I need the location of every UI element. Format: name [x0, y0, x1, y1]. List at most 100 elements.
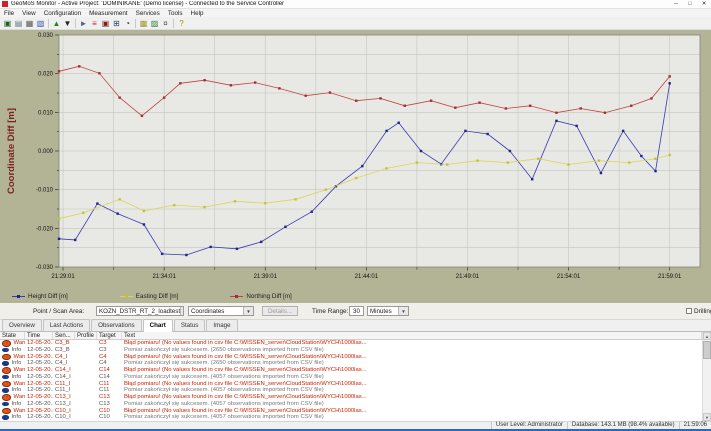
table-row[interactable]: iInfo12-05-20...C4_IC4Pomiar zakończył s…	[0, 360, 702, 367]
menu-item-measurement[interactable]: Measurement	[85, 10, 132, 17]
state-label: Info	[10, 387, 22, 394]
table-row[interactable]: !Warning12-05-20...C11_IC11Błąd pomiaru!…	[0, 381, 702, 388]
monitor-icon[interactable]: ▣	[100, 18, 111, 29]
time-cell: 12-05-20...	[25, 374, 53, 381]
column-header-target[interactable]: Target	[97, 332, 122, 339]
table-row[interactable]: iInfo12-05-20...C13_IC13Pomiar zakończył…	[0, 401, 702, 408]
svg-text:0.020: 0.020	[38, 72, 54, 78]
copy-icon[interactable]: ▤	[13, 18, 24, 29]
menu-item-file[interactable]: File	[0, 10, 18, 17]
table-row[interactable]: iInfo12-05-20...C3_BC3Pomiar zakończył s…	[0, 347, 702, 354]
view-select[interactable]: Coordinates ▼	[188, 306, 254, 316]
state-cell: iInfo	[0, 360, 25, 367]
tab-image[interactable]: Image	[206, 319, 237, 331]
time-cell: 12-05-20...	[25, 401, 53, 408]
scroll-down-icon[interactable]: ▼	[703, 413, 711, 421]
time-range-label: Time Range:	[312, 308, 348, 315]
window-title: GeoMoS Monitor - Active Project: 'DOMINI…	[11, 1, 284, 7]
table-row[interactable]: !Warning12-05-20...C3_BC3Błąd pomiaru! (…	[0, 340, 702, 347]
column-header-sen[interactable]: Sen...	[53, 332, 75, 339]
svg-text:-0.020: -0.020	[36, 226, 54, 232]
tab-last-actions[interactable]: Last Actions	[43, 319, 90, 331]
scrollbar-thumb[interactable]	[703, 341, 711, 359]
profile-cell	[75, 381, 97, 388]
time-cell: 12-05-20...	[25, 394, 53, 401]
message-cell: Pomiar zakończył się sukcesem. (2650 obs…	[122, 360, 702, 367]
tab-status[interactable]: Status	[174, 319, 206, 331]
target-cell: C13	[97, 394, 122, 401]
message-cell: Pomiar zakończył się sukcesem. (2650 obs…	[122, 347, 702, 354]
state-cell: iInfo	[0, 414, 25, 421]
warning-icon: !	[2, 394, 11, 401]
menu-item-services[interactable]: Services	[132, 10, 164, 17]
layout-icon[interactable]: ⊞	[111, 18, 122, 29]
message-cell: Pomiar zakończył się sukcesem. (4057 obs…	[122, 401, 702, 408]
column-header-text[interactable]: Text	[122, 332, 702, 339]
table-row[interactable]: !Warning12-05-20...C4_IC4Błąd pomiaru! (…	[0, 354, 702, 361]
flag-icon[interactable]: ≡	[89, 18, 100, 29]
svg-text:-0.010: -0.010	[36, 188, 54, 194]
column-header-state[interactable]: State	[0, 332, 25, 339]
stop-services-icon[interactable]: ▼	[62, 18, 73, 29]
log-scrollbar[interactable]: ▲ ▼	[702, 332, 711, 421]
info-icon: i	[2, 388, 9, 393]
warning-icon: !	[2, 381, 11, 388]
state-cell: !Warning	[0, 367, 25, 374]
target-cell: C13	[97, 401, 122, 408]
y-axis-label: Coordinate Diff [m]	[6, 108, 17, 194]
state-cell: iInfo	[0, 347, 25, 354]
table-row[interactable]: !Warning12-05-20...C13_IC13Błąd pomiaru!…	[0, 394, 702, 401]
target-cell: C4	[97, 360, 122, 367]
legend-height-diff-m: Height Diff [m]	[12, 293, 68, 300]
table-row[interactable]: iInfo12-05-20...C11_IC11Pomiar zakończył…	[0, 387, 702, 394]
sensor-manager-icon[interactable]: ▩	[138, 18, 149, 29]
details-button[interactable]: Details...	[262, 306, 298, 316]
table-row[interactable]: !Warning12-05-20...C10_IC10Błąd pomiaru!…	[0, 408, 702, 415]
scroll-up-icon[interactable]: ▲	[703, 332, 711, 340]
time-cell: 12-05-20...	[25, 340, 53, 347]
time-cell: 12-05-20...	[25, 381, 53, 388]
service-manager-icon[interactable]: ▨	[149, 18, 160, 29]
profile-cell	[75, 374, 97, 381]
table-row[interactable]: !Warning12-05-20...C14_IC14Błąd pomiaru!…	[0, 367, 702, 374]
svg-text:-0.030: -0.030	[36, 265, 54, 271]
time-range-unit-select[interactable]: Minutes ▼	[367, 306, 409, 316]
close-button[interactable]: ✕	[697, 0, 711, 9]
column-header-time[interactable]: Time	[25, 332, 53, 339]
message-cell: Błąd pomiaru! (No values found in csv fi…	[122, 367, 702, 374]
new-project-icon[interactable]: ▣	[2, 18, 13, 29]
point-select[interactable]: KOZN_DSTR_RT_2_loadtest ▼	[96, 306, 184, 316]
menu-item-help[interactable]: Help	[187, 10, 208, 17]
log-table: !Warning12-05-20...C3_BC3Błąd pomiaru! (…	[0, 340, 702, 421]
drilling-checkbox[interactable]	[686, 308, 692, 314]
run-measurement-icon[interactable]: ►	[78, 18, 89, 29]
table-row[interactable]: iInfo12-05-20...C14_IC14Pomiar zakończył…	[0, 374, 702, 381]
clock-icon[interactable]: ◔	[122, 18, 133, 29]
tab-chart[interactable]: Chart	[143, 319, 173, 332]
menu-item-view[interactable]: View	[18, 10, 40, 17]
tools-icon[interactable]: ¤	[160, 18, 171, 29]
svg-text:21:54:01: 21:54:01	[557, 274, 581, 280]
state-label: Info	[10, 414, 22, 421]
svg-text:21:49:01: 21:49:01	[456, 274, 480, 280]
column-header-profile[interactable]: Profile	[75, 332, 97, 339]
time-cell: 12-05-20...	[25, 414, 53, 421]
tab-observations[interactable]: Observations	[91, 319, 141, 331]
minimize-button[interactable]: ─	[669, 0, 683, 9]
menu-item-configuration[interactable]: Configuration	[40, 10, 85, 17]
start-services-icon[interactable]: ▲	[51, 18, 62, 29]
svg-text:0.010: 0.010	[38, 110, 54, 116]
time-range-input[interactable]: 30	[349, 306, 364, 316]
print-icon[interactable]: ▦	[24, 18, 35, 29]
table-row[interactable]: iInfo12-05-20...C10_IC10Pomiar zakończył…	[0, 414, 702, 421]
help-icon[interactable]: ?	[176, 18, 187, 29]
tab-overview[interactable]: Overview	[2, 319, 42, 331]
legend-marker-icon	[12, 296, 25, 297]
state-cell: !Warning	[0, 354, 25, 361]
report-icon[interactable]: ▧	[35, 18, 46, 29]
legend-northing-diff-m: Northing Diff [m]	[230, 293, 291, 300]
maximize-button[interactable]: □	[683, 0, 697, 9]
target-cell: C10	[97, 414, 122, 421]
menu-item-tools[interactable]: Tools	[164, 10, 187, 17]
svg-text:21:59:01: 21:59:01	[658, 274, 682, 280]
